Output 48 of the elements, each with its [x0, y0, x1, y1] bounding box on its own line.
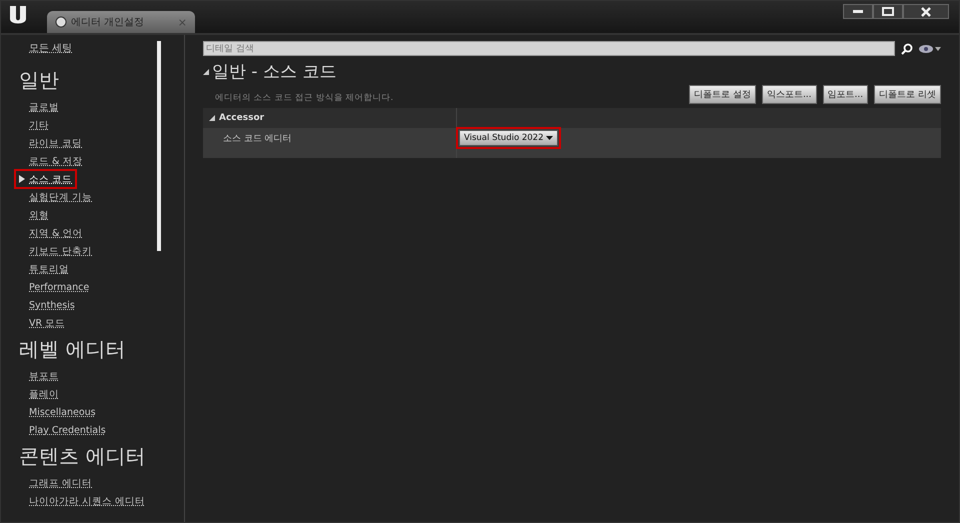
sidebar-item[interactable]: 키보드 단축키 — [1, 242, 92, 260]
page-title: 일반 - 소스 코드 — [212, 61, 336, 83]
search-icon — [901, 42, 913, 54]
eye-icon[interactable] — [919, 44, 941, 54]
close-window-button[interactable] — [903, 4, 949, 19]
sidebar-item[interactable]: 튜토리얼 — [1, 260, 69, 278]
sidebar-link[interactable]: 모든 세팅 — [29, 41, 72, 55]
sidebar-item[interactable]: 외형 — [1, 206, 49, 224]
sidebar-item[interactable]: 뷰포트 — [1, 367, 59, 385]
tab-icon — [55, 16, 67, 28]
scrollbar-thumb[interactable] — [157, 41, 161, 251]
sidebar-item[interactable]: Play Credentials — [1, 421, 106, 439]
expand-icon[interactable] — [209, 115, 215, 121]
minimize-button[interactable] — [843, 4, 873, 19]
sidebar-item[interactable]: Performance — [1, 278, 90, 296]
section-title: 콘텐츠 에디터 — [19, 443, 146, 470]
editor-dropdown[interactable]: Visual Studio 2022 — [459, 130, 558, 146]
toolbar-button[interactable]: 익스포트... — [762, 85, 817, 104]
sidebar-item[interactable]: 지역 & 언어 — [1, 224, 82, 242]
sidebar-item[interactable]: 그래프 에디터 — [1, 474, 92, 492]
minimize-icon — [853, 10, 863, 14]
sidebar-item[interactable]: VR 모드 — [1, 314, 66, 332]
sidebar-item[interactable]: 소스 코드 — [15, 170, 76, 188]
section-title: 레벨 에디터 — [19, 336, 126, 363]
toolbar-button[interactable]: 디폴트로 설정 — [689, 85, 756, 104]
arrow-icon — [19, 175, 25, 183]
sidebar-item[interactable]: 라이브 코딩 — [1, 134, 82, 152]
sidebar-item[interactable]: 나이아가라 시퀀스 에디터 — [1, 492, 146, 510]
maximize-button[interactable] — [873, 4, 903, 19]
category-title: Accessor — [219, 113, 264, 123]
maximize-icon — [882, 7, 894, 16]
sidebar-item[interactable]: 기타 — [1, 116, 49, 134]
collapse-icon[interactable] — [203, 68, 209, 74]
close-icon — [921, 6, 931, 16]
search-field[interactable]: 디테일 검색 — [203, 41, 895, 56]
toolbar-button[interactable]: 디폴트로 리셋 — [874, 85, 941, 104]
sidebar-item[interactable]: 플레이 — [1, 385, 59, 403]
sidebar-item[interactable]: 로드 & 저장 — [1, 152, 82, 170]
caret-icon — [546, 136, 554, 140]
sidebar-item[interactable]: Miscellaneous — [1, 403, 96, 421]
page-description: 에디터의 소스 코드 접근 방식을 제어합니다. — [215, 92, 394, 104]
toolbar-button[interactable]: 임포트... — [822, 85, 868, 104]
tab-title: 에디터 개인설정 — [71, 16, 146, 29]
property-label: 소스 코드 에디터 — [223, 133, 293, 145]
sidebar-item[interactable]: Synthesis — [1, 296, 75, 314]
sidebar-item[interactable]: 글로벌 — [1, 98, 59, 116]
section-title: 일반 — [19, 67, 60, 94]
sidebar-item[interactable]: 실험단계 기능 — [1, 188, 92, 206]
